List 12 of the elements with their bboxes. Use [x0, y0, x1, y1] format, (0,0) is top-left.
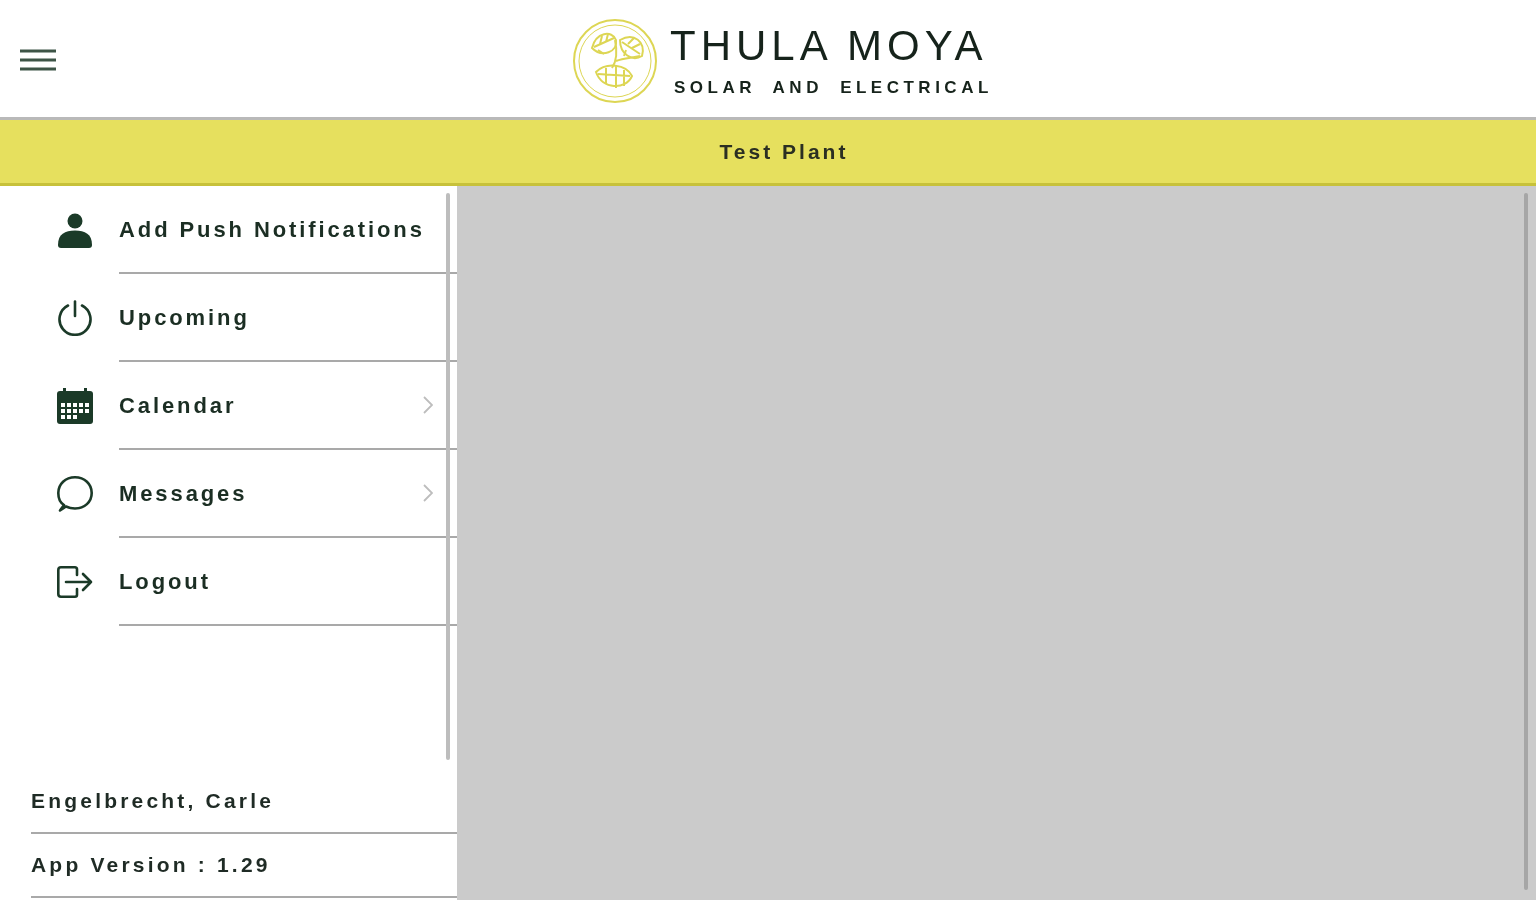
- brand-name: THULA MOYA: [670, 23, 989, 68]
- user-name: Engelbrecht, Carle: [31, 788, 275, 815]
- calendar-icon: [57, 388, 93, 424]
- speech-bubble-icon: [57, 476, 93, 512]
- app-version-text: App Version : 1.29: [31, 852, 271, 879]
- plant-title: Test Plant: [719, 138, 849, 165]
- person-icon: [57, 212, 93, 248]
- power-icon: [57, 300, 93, 336]
- menu-icon: [20, 48, 56, 71]
- brand-tagline: SOLAR AND ELECTRICAL: [674, 77, 993, 98]
- logout-icon: [57, 566, 93, 598]
- leaf-emblem-icon: [572, 17, 658, 104]
